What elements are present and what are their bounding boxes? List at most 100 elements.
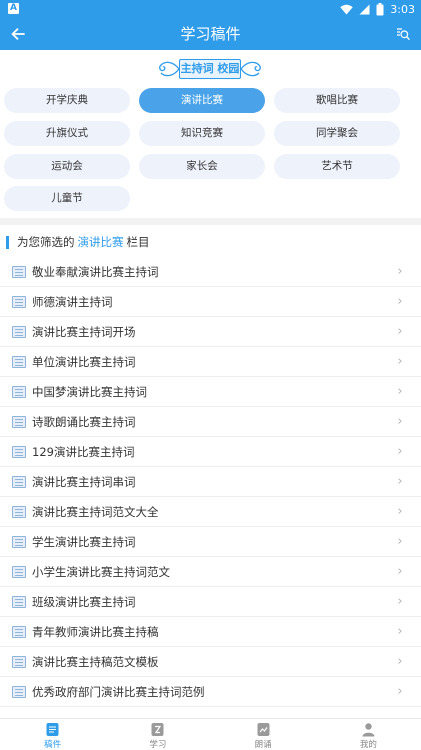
chevron-right-icon: › [397,534,403,549]
list-item[interactable]: 演讲比赛主持词串词 › [0,467,421,497]
article-icon [12,565,26,578]
category-chip[interactable]: 歌唱比赛 [274,88,400,113]
article-icon [12,595,26,608]
category-chip[interactable]: 艺术节 [274,154,400,179]
bottom-tab-bar: 稿件 学习 朗诵 我的 [0,718,421,750]
chevron-right-icon: › [397,444,403,459]
article-icon [12,385,26,398]
tab-manuscripts[interactable]: 稿件 [0,719,105,750]
recite-icon [257,723,270,736]
category-chip[interactable]: 开学庆典 [4,88,130,113]
chevron-right-icon: › [397,324,403,339]
banner-right-ornament-icon [240,61,261,77]
chevron-right-icon: › [397,654,403,669]
tab-label: 朗诵 [254,740,272,750]
article-icon [12,265,26,278]
list-item[interactable]: 129演讲比赛主持词 › [0,437,421,467]
list-item-title: 中国梦演讲比赛主持词 [32,384,147,399]
chevron-right-icon: › [397,414,403,429]
list-item-title: 师德演讲主持词 [32,294,113,309]
signal-icon [359,4,370,14]
list-item[interactable]: 师德演讲主持词 › [0,287,421,317]
study-icon [151,723,164,736]
article-icon [12,295,26,308]
tab-mine[interactable]: 我的 [316,719,421,750]
category-chip[interactable]: 儿童节 [4,186,130,211]
list-item[interactable]: 演讲比赛主持词开场 › [0,317,421,347]
category-chip[interactable]: 运动会 [4,154,130,179]
list-item-title: 敬业奉献演讲比赛主持词 [32,264,159,279]
chevron-right-icon: › [397,264,403,279]
list-item-title: 129演讲比赛主持词 [32,444,135,459]
heading-accent-bar [6,235,9,249]
list-item-title: 演讲比赛主持稿范文模板 [32,654,159,669]
chevron-right-icon: › [397,504,403,519]
section-banner: 主持词 校园 [155,56,265,82]
article-icon [12,685,26,698]
list-item[interactable]: 演讲比赛主持稿范文模板 › [0,647,421,677]
list-item[interactable]: 优秀政府部门演讲比赛主持词范例 › [0,677,421,707]
category-chip[interactable]: 升旗仪式 [4,121,130,146]
status-time: 3:03 [390,2,415,16]
tab-study[interactable]: 学习 [105,719,210,750]
list-item-title: 青年教师演讲比赛主持稿 [32,624,159,639]
banner-left-ornament-icon [159,61,180,77]
search-button[interactable] [391,22,415,46]
tab-recite[interactable]: 朗诵 [211,719,316,750]
category-chip-selected[interactable]: 演讲比赛 [139,88,265,113]
list-item[interactable]: 单位演讲比赛主持词 › [0,347,421,377]
filter-prefix: 为您筛选的 [17,235,75,249]
chevron-right-icon: › [397,684,403,699]
list-item[interactable]: 青年教师演讲比赛主持稿 › [0,617,421,647]
list-item-title: 小学生演讲比赛主持词范文 [32,564,170,579]
wifi-icon [340,4,353,14]
list-item-title: 诗歌朗诵比赛主持词 [32,414,136,429]
status-icons: 3:03 [340,1,415,17]
tab-label: 学习 [149,740,167,750]
article-icon [12,655,26,668]
battery-icon [376,2,384,15]
list-item[interactable]: 诗歌朗诵比赛主持词 › [0,407,421,437]
tab-label: 稿件 [44,740,62,750]
list-item[interactable]: 班级演讲比赛主持词 › [0,587,421,617]
page-title: 学习稿件 [180,25,241,43]
app-bar: 学习稿件 [0,18,421,50]
article-icon [12,355,26,368]
list-item-title: 演讲比赛主持词串词 [32,474,136,489]
search-list-icon [397,28,410,40]
category-chip[interactable]: 家长会 [139,154,265,179]
list-item-title: 学生演讲比赛主持词 [32,534,136,549]
article-icon [12,475,26,488]
article-icon [12,445,26,458]
banner-title: 主持词 校园 [179,59,241,79]
chevron-right-icon: › [397,384,403,399]
person-icon [362,723,375,737]
chevron-right-icon: › [397,354,403,369]
tab-label: 我的 [359,740,377,750]
article-icon [12,325,26,338]
list-item[interactable]: 中国梦演讲比赛主持词 › [0,377,421,407]
list-item[interactable]: 演讲比赛主持词范文大全 › [0,497,421,527]
article-icon [12,625,26,638]
category-chip[interactable]: 同学聚会 [274,121,400,146]
filter-category: 演讲比赛 [77,235,124,249]
chevron-right-icon: › [397,594,403,609]
chevron-right-icon: › [397,624,403,639]
list-item-title: 单位演讲比赛主持词 [32,354,136,369]
category-chip[interactable]: 知识竞赛 [139,121,265,146]
list-item-title: 演讲比赛主持词范文大全 [32,504,159,519]
list-item-title: 演讲比赛主持词开场 [32,324,136,339]
filter-heading: 为您筛选的 演讲比赛 栏目 [0,231,421,253]
list-item[interactable]: 学生演讲比赛主持词 › [0,527,421,557]
notification-a-icon: A [8,3,19,14]
article-icon [12,415,26,428]
article-icon [12,505,26,518]
chevron-right-icon: › [397,564,403,579]
chevron-right-icon: › [397,474,403,489]
list-item-title: 班级演讲比赛主持词 [32,594,136,609]
list-item[interactable]: 小学生演讲比赛主持词范文 › [0,557,421,587]
status-bar: A 3:03 [0,0,421,18]
filter-suffix: 栏目 [126,235,150,249]
list-item[interactable]: 敬业奉献演讲比赛主持词 › [0,257,421,287]
document-icon [46,723,59,736]
